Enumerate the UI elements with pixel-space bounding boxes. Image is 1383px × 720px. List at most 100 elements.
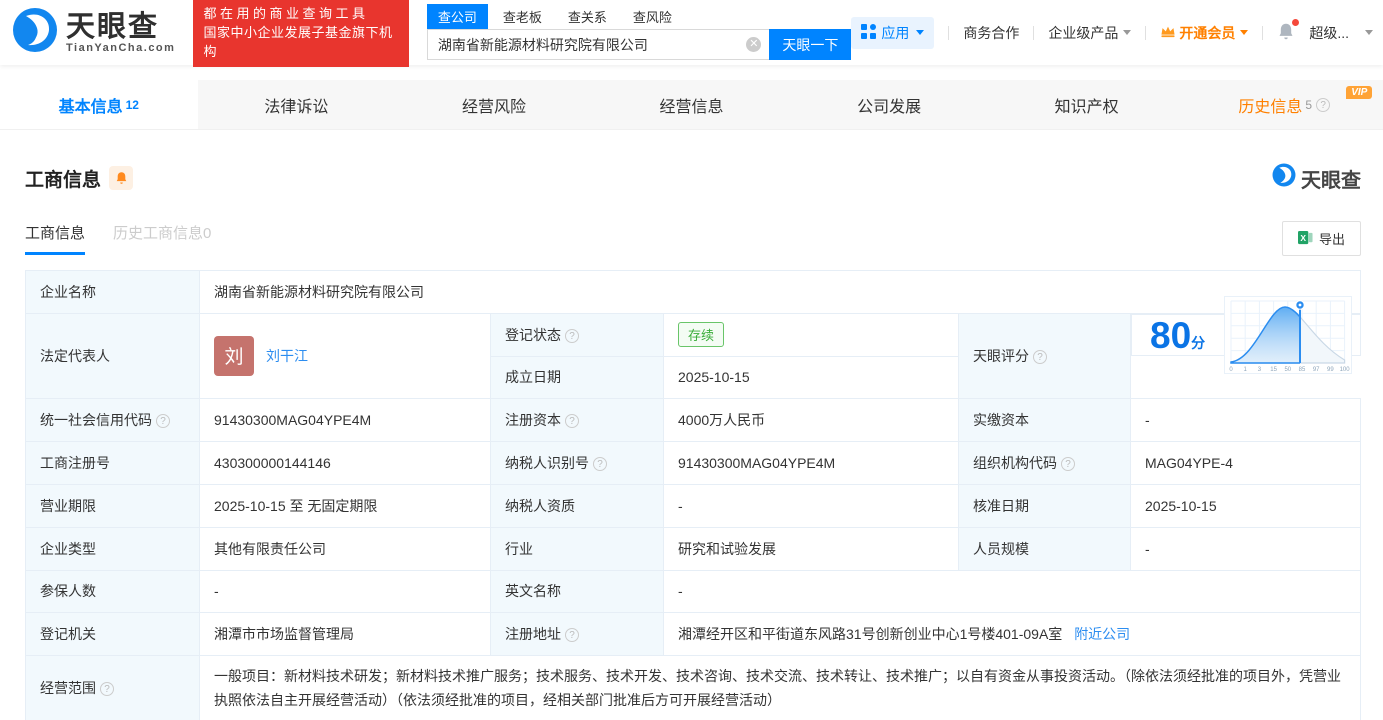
- english-name-label: 英文名称: [490, 569, 664, 613]
- paid-capital-value: -: [1130, 397, 1361, 442]
- help-icon[interactable]: ?: [565, 328, 579, 343]
- table-row: 登记机关 湘潭市市场监督管理局 注册地址? 湘潭经开区和平街道东风路31号创新创…: [25, 611, 1361, 656]
- tab-intellectual-property[interactable]: 知识产权: [988, 80, 1186, 129]
- help-icon[interactable]: ?: [565, 627, 579, 642]
- score-label: 天眼评分?: [958, 313, 1131, 399]
- help-icon[interactable]: ?: [1033, 349, 1047, 364]
- monitor-bell-icon[interactable]: [109, 166, 134, 190]
- search-tab-company[interactable]: 查公司: [426, 4, 488, 29]
- reg-authority-label: 登记机关: [25, 611, 200, 656]
- tab-count: 5: [1305, 97, 1313, 112]
- search-input[interactable]: [427, 30, 770, 59]
- legal-rep-label: 法定代表人: [25, 313, 200, 399]
- tab-label: 法律诉讼: [264, 98, 329, 116]
- insured-value: -: [199, 569, 491, 613]
- watermark-logo-icon: [1272, 163, 1296, 193]
- score-distribution-chart: 0 1 3 15 50 85 97 99 100: [1223, 296, 1352, 374]
- reg-status-label-text: 登记状态: [505, 326, 561, 343]
- reg-number-label: 工商注册号: [25, 440, 200, 485]
- divider: [1262, 25, 1264, 40]
- svg-text:X: X: [1300, 232, 1306, 242]
- staff-size-value: -: [1130, 526, 1361, 571]
- org-code-label-text: 组织机构代码: [973, 454, 1057, 471]
- address-cell: 湘潭经开区和平街道东风路31号创新创业中心1号楼401-09A室 附近公司: [663, 611, 1361, 656]
- divider: [1145, 25, 1147, 40]
- tab-count: 12: [125, 97, 139, 112]
- business-scope-label-text: 经营范围: [40, 679, 96, 696]
- reg-status-value: 存续: [663, 313, 959, 357]
- main-content: 工商信息 天眼查 工商信息 历史工商信息0 X 导出 企业名称 湖南省新能源材料…: [0, 130, 1383, 720]
- tab-company-development[interactable]: 公司发展: [790, 80, 988, 129]
- tab-label: 公司发展: [857, 98, 922, 116]
- table-row: 营业期限 2025-10-15 至 无固定期限 纳税人资质 - 核准日期 202…: [25, 483, 1361, 528]
- nav-enterprise-products[interactable]: 企业级产品: [1048, 23, 1132, 43]
- english-name-value: -: [663, 569, 1361, 613]
- tab-legal-lawsuits[interactable]: 法律诉讼: [198, 80, 396, 129]
- reg-authority-value: 湘潭市市场监督管理局: [199, 611, 491, 656]
- table-row: 参保人数 - 英文名称 -: [25, 569, 1361, 613]
- axis-tick: 99: [1327, 367, 1334, 373]
- tab-label: 经营风险: [461, 98, 526, 116]
- chevron-down-icon: [1123, 30, 1132, 35]
- divider: [948, 25, 950, 40]
- notification-dot: [1292, 18, 1300, 26]
- chevron-down-icon: [1240, 30, 1249, 35]
- help-icon[interactable]: ?: [593, 456, 607, 471]
- brand-domain: TianYanCha.com: [66, 41, 176, 54]
- enterprise-products-label: 企业级产品: [1048, 24, 1119, 41]
- brand-name: 天眼查: [66, 10, 160, 43]
- help-icon[interactable]: ?: [1061, 456, 1075, 471]
- apps-menu[interactable]: 应用: [851, 16, 935, 49]
- chevron-down-icon[interactable]: [1365, 30, 1373, 35]
- help-icon[interactable]: ?: [1316, 97, 1331, 112]
- nav-cooperation[interactable]: 商务合作: [963, 23, 1019, 43]
- help-icon[interactable]: ?: [100, 681, 114, 696]
- notification-bell-icon[interactable]: [1277, 18, 1300, 44]
- axis-tick: 15: [1270, 367, 1277, 373]
- business-term-value: 2025-10-15 至 无固定期限: [199, 483, 491, 528]
- search-block: 查公司 查老板 查关系 查风险 ✕ 天眼一下: [426, 4, 852, 60]
- search-button[interactable]: 天眼一下: [769, 29, 852, 60]
- search-tab-boss[interactable]: 查老板: [492, 4, 553, 29]
- insured-label: 参保人数: [25, 569, 200, 613]
- axis-tick: 1: [1243, 367, 1247, 373]
- table-row: 工商注册号 430300000144146 纳税人识别号? 91430300MA…: [25, 440, 1361, 485]
- nav-open-vip[interactable]: 开通会员: [1160, 23, 1249, 43]
- slogan-banner: 都在用的商业查询工具 国家中小企业发展子基金旗下机构: [193, 0, 409, 67]
- subtab-row: 工商信息 历史工商信息0 X 导出: [25, 221, 1361, 256]
- company-tabbar: 基本信息 12 法律诉讼 经营风险 经营信息 公司发展 知识产权 VIP 历史信…: [0, 80, 1383, 130]
- export-button[interactable]: X 导出: [1281, 221, 1361, 256]
- reg-capital-value: 4000万人民币: [663, 397, 959, 442]
- taxpayer-quality-value: -: [663, 483, 959, 528]
- tab-basic-info[interactable]: 基本信息 12: [0, 80, 198, 129]
- legal-rep-link[interactable]: 刘干江: [266, 346, 308, 366]
- user-account[interactable]: 超级...: [1309, 23, 1349, 43]
- watermark-text: 天眼查: [1301, 169, 1361, 192]
- user-name: 超级...: [1309, 24, 1349, 41]
- help-icon[interactable]: ?: [156, 413, 170, 428]
- taxpayer-id-label-text: 纳税人识别号: [505, 454, 589, 471]
- search-input-wrap: ✕: [426, 29, 770, 60]
- company-name-value: 湖南省新能源材料研究院有限公司: [199, 270, 1361, 314]
- tab-label: 基本信息: [58, 98, 123, 116]
- subtab-history-registration[interactable]: 历史工商信息0: [113, 222, 211, 255]
- search-tab-risk[interactable]: 查风险: [622, 4, 683, 29]
- open-vip-label: 开通会员: [1179, 24, 1236, 41]
- excel-icon: X: [1297, 230, 1313, 248]
- search-tab-relation[interactable]: 查关系: [557, 4, 618, 29]
- help-icon[interactable]: ?: [565, 413, 579, 428]
- legal-rep-cell: 刘 刘干江: [199, 313, 491, 399]
- tab-operation-risk[interactable]: 经营风险: [395, 80, 593, 129]
- table-row: 企业名称 湖南省新能源材料研究院有限公司: [25, 270, 1361, 314]
- tab-business-info[interactable]: 经营信息: [593, 80, 791, 129]
- subtab-business-registration[interactable]: 工商信息: [25, 222, 86, 255]
- org-code-value: MAG04YPE-4: [1130, 440, 1361, 485]
- registration-info-table: 企业名称 湖南省新能源材料研究院有限公司 法定代表人 刘 刘干江 登记状态? 存…: [25, 270, 1361, 720]
- nearby-companies-link[interactable]: 附近公司: [1074, 626, 1130, 642]
- tab-history-info[interactable]: VIP 历史信息 5 ?: [1185, 80, 1383, 129]
- est-date-label: 成立日期: [490, 355, 664, 399]
- taxpayer-id-label: 纳税人识别号?: [490, 440, 664, 485]
- legal-rep-avatar[interactable]: 刘: [214, 335, 254, 376]
- industry-label: 行业: [490, 526, 664, 571]
- tianyancha-logo[interactable]: 天眼查 TianYanCha.com: [12, 7, 175, 58]
